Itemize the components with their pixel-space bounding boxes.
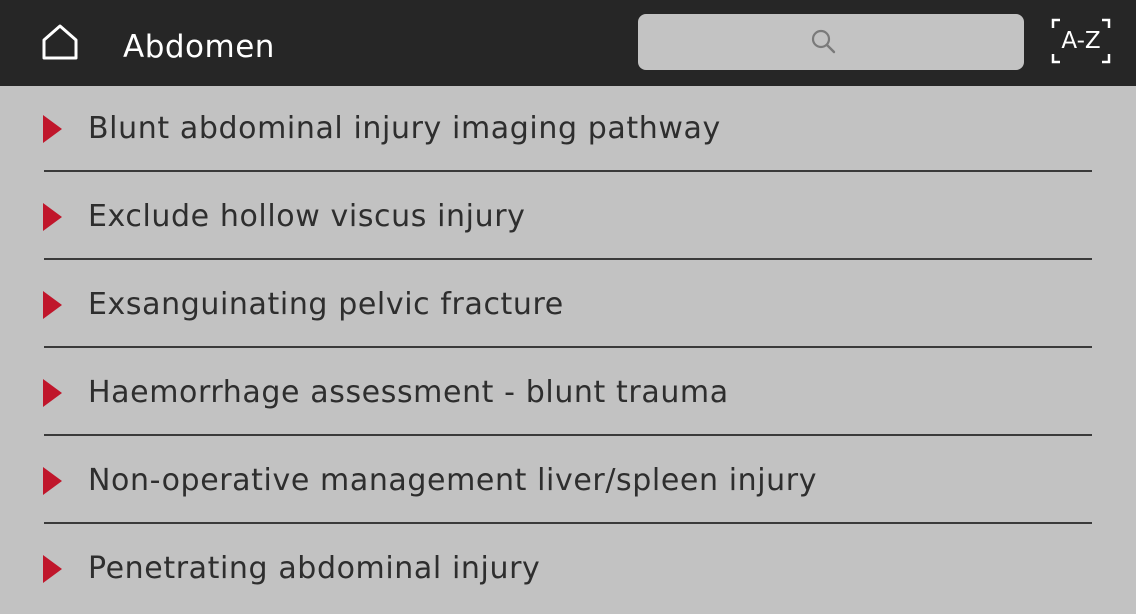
chevron-right-icon xyxy=(43,467,62,495)
divider xyxy=(44,522,1092,524)
search-box[interactable] xyxy=(638,14,1024,70)
divider xyxy=(44,170,1092,172)
home-icon xyxy=(40,22,80,62)
divider xyxy=(44,258,1092,260)
chevron-right-icon xyxy=(43,555,62,583)
list-item-label: Penetrating abdominal injury xyxy=(88,551,541,586)
list-item-label: Haemorrhage assessment - blunt trauma xyxy=(88,375,729,410)
page-title: Abdomen xyxy=(123,29,275,65)
list-item[interactable]: Penetrating abdominal injury xyxy=(0,526,1136,614)
az-sort-button[interactable]: A-Z xyxy=(1050,18,1112,64)
list-item[interactable]: Exsanguinating pelvic fracture xyxy=(0,262,1136,350)
list-item-label: Exclude hollow viscus injury xyxy=(88,199,526,234)
home-button[interactable] xyxy=(40,22,80,62)
list-item-label: Exsanguinating pelvic fracture xyxy=(88,287,564,322)
list-item[interactable]: Non-operative management liver/spleen in… xyxy=(0,438,1136,526)
chevron-right-icon xyxy=(43,203,62,231)
topic-list: Blunt abdominal injury imaging pathway E… xyxy=(0,86,1136,614)
az-sort-label: A-Z xyxy=(1061,28,1101,54)
list-item-label: Non-operative management liver/spleen in… xyxy=(88,463,818,498)
list-item-label: Blunt abdominal injury imaging pathway xyxy=(88,111,721,146)
chevron-right-icon xyxy=(43,379,62,407)
divider xyxy=(44,434,1092,436)
list-item[interactable]: Haemorrhage assessment - blunt trauma xyxy=(0,350,1136,438)
top-bar: Abdomen A-Z xyxy=(0,0,1136,86)
search-input[interactable] xyxy=(638,14,1024,70)
list-item[interactable]: Blunt abdominal injury imaging pathway xyxy=(0,86,1136,174)
list-item[interactable]: Exclude hollow viscus injury xyxy=(0,174,1136,262)
chevron-right-icon xyxy=(43,291,62,319)
chevron-right-icon xyxy=(43,115,62,143)
divider xyxy=(44,346,1092,348)
